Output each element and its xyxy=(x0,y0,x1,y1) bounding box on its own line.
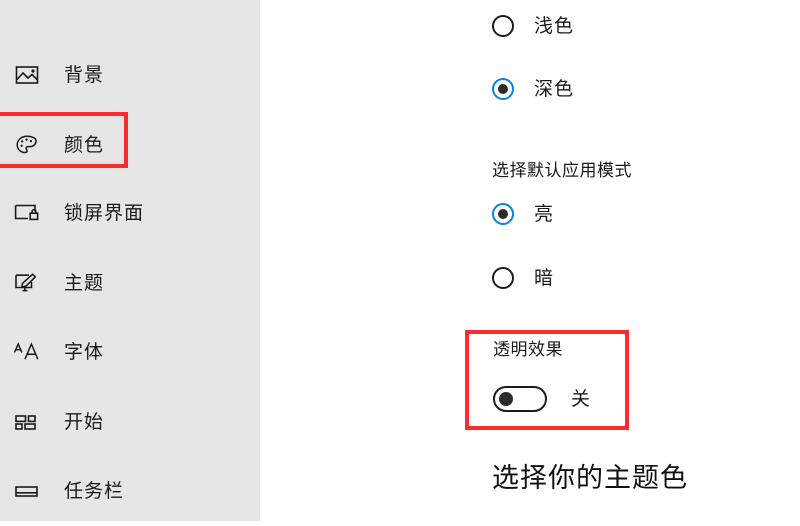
radio-app-mode-light[interactable]: 亮 xyxy=(492,203,554,225)
transparency-heading: 透明效果 xyxy=(493,340,563,359)
sidebar-item-label: 任务栏 xyxy=(64,480,125,502)
sidebar-item-label: 字体 xyxy=(64,341,105,363)
settings-sidebar: 背景 颜色 锁屏界面 主题 字体 开始 任务栏 xyxy=(0,0,260,521)
toggle-state-label: 关 xyxy=(571,388,591,410)
theme-brush-icon xyxy=(12,268,42,298)
sidebar-item-label: 颜色 xyxy=(64,134,105,156)
sidebar-item-lock-screen[interactable]: 锁屏界面 xyxy=(0,178,260,248)
toggle-knob xyxy=(499,392,513,406)
image-icon xyxy=(12,60,42,90)
colors-settings-pane: 浅色 深色 选择默认应用模式 亮 暗 透明效果 关 选择你的主题色 xyxy=(260,0,800,521)
sidebar-item-label: 开始 xyxy=(64,411,105,433)
sidebar-item-colors[interactable]: 颜色 xyxy=(0,110,260,180)
radio-label: 深色 xyxy=(534,78,575,100)
app-mode-heading: 选择默认应用模式 xyxy=(492,161,632,180)
palette-icon xyxy=(12,130,42,160)
radio-windows-mode-dark[interactable]: 深色 xyxy=(492,78,574,100)
sidebar-item-label: 主题 xyxy=(64,272,105,294)
radio-indicator-selected xyxy=(492,203,514,225)
sidebar-item-background[interactable]: 背景 xyxy=(0,40,260,110)
radio-label: 亮 xyxy=(534,203,555,225)
lock-screen-icon xyxy=(12,198,42,228)
transparency-toggle-row[interactable]: 关 xyxy=(493,386,590,412)
radio-indicator-selected xyxy=(492,78,514,100)
sidebar-item-themes[interactable]: 主题 xyxy=(0,248,260,318)
transparency-toggle[interactable] xyxy=(493,386,547,412)
sidebar-item-start[interactable]: 开始 xyxy=(0,387,260,457)
radio-indicator xyxy=(492,15,514,37)
sidebar-item-label: 背景 xyxy=(64,64,105,86)
radio-label: 浅色 xyxy=(534,15,575,37)
radio-indicator xyxy=(492,267,514,289)
accent-color-heading: 选择你的主题色 xyxy=(492,463,688,493)
fonts-aa-icon xyxy=(12,337,42,367)
sidebar-item-label: 锁屏界面 xyxy=(64,202,145,224)
radio-app-mode-dark[interactable]: 暗 xyxy=(492,267,554,289)
sidebar-item-fonts[interactable]: 字体 xyxy=(0,317,260,387)
taskbar-icon xyxy=(12,476,42,506)
radio-windows-mode-light[interactable]: 浅色 xyxy=(492,15,574,37)
start-tiles-icon xyxy=(12,407,42,437)
radio-label: 暗 xyxy=(534,267,555,289)
sidebar-item-taskbar[interactable]: 任务栏 xyxy=(0,456,260,526)
